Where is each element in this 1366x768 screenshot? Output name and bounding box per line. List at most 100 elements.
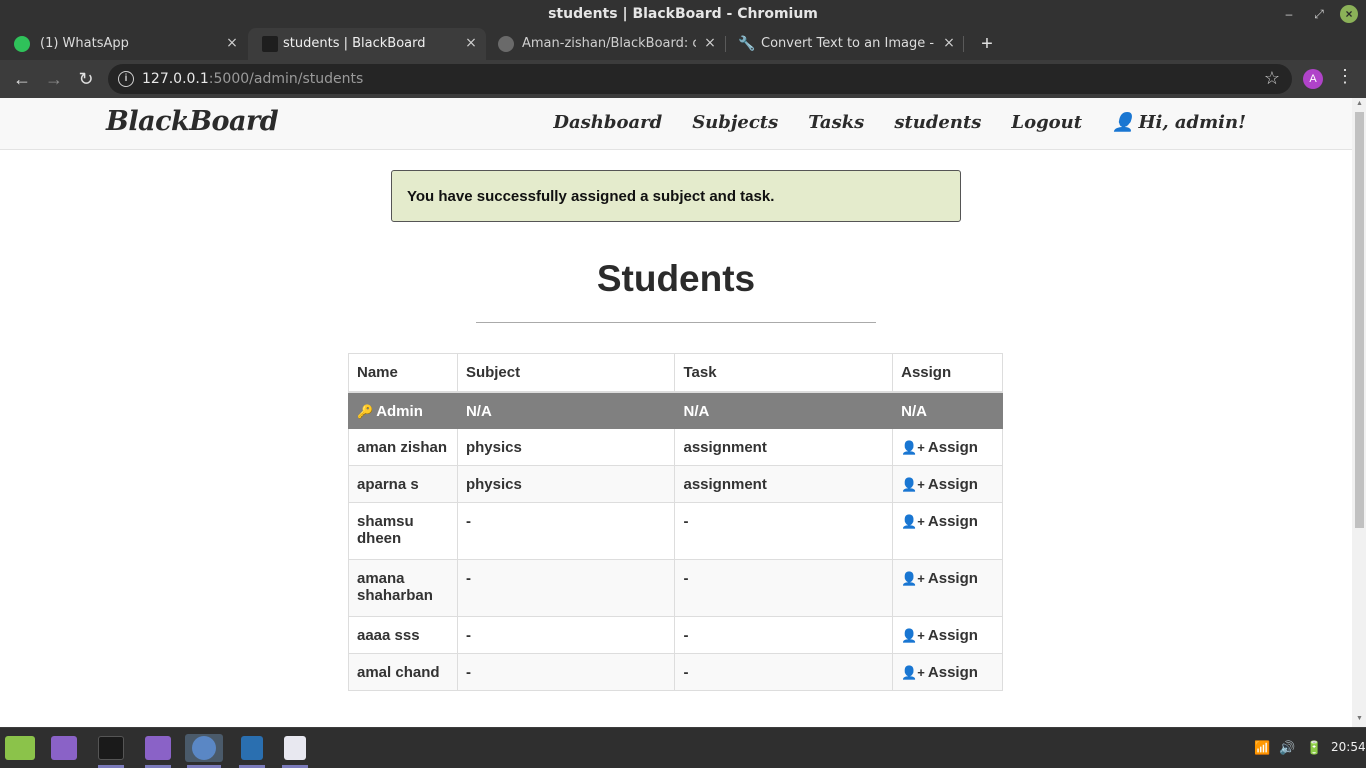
students-table: Name Subject Task Assign 🔑 Admin N/A N/A … (348, 353, 1003, 691)
profile-avatar[interactable]: A (1303, 69, 1323, 89)
assign-button[interactable]: 👤+ Assign (901, 664, 978, 681)
cell-assign: 👤+ Assign (892, 502, 1003, 560)
header-assign: Assign (892, 353, 1003, 393)
assign-label: Assign (927, 513, 978, 530)
cell-name: 🔑 Admin (348, 391, 458, 429)
user-plus-icon: 👤+ (901, 571, 925, 586)
assign-label: Assign (927, 439, 978, 456)
mint-menu-icon[interactable] (4, 734, 36, 762)
github-icon (498, 36, 514, 52)
nav-logout[interactable]: Logout (1011, 112, 1082, 133)
volume-icon[interactable]: 🔊 (1279, 740, 1295, 756)
cell-assign: 👤+ Assign (892, 616, 1003, 654)
back-icon[interactable]: ← (11, 68, 33, 90)
document-icon (284, 736, 306, 760)
tab-separator (963, 36, 964, 52)
text-editor-icon[interactable] (280, 734, 310, 768)
scrollbar-thumb[interactable] (1355, 112, 1364, 528)
close-tab-icon[interactable]: × (702, 35, 718, 51)
table-row: amana shaharban - - 👤+ Assign (348, 559, 1003, 617)
cell-assign: 👤+ Assign (892, 428, 1003, 466)
folder-icon (51, 736, 77, 760)
header-subject: Subject (456, 353, 676, 393)
terminal-icon[interactable] (96, 734, 126, 768)
maximize-icon[interactable]: ⤢ (1310, 5, 1328, 23)
cell-task: - (674, 502, 894, 560)
user-plus-icon: 👤+ (901, 440, 925, 455)
url-path: :5000/admin/students (208, 71, 364, 87)
minimize-icon[interactable]: – (1280, 5, 1298, 23)
window-titlebar: students | BlackBoard - Chromium – ⤢ × (0, 0, 1366, 28)
close-tab-icon[interactable]: × (224, 35, 240, 51)
battery-icon[interactable]: 🔋 (1306, 740, 1322, 756)
user-icon: 👤 (1112, 112, 1135, 133)
scroll-up-icon[interactable]: ▲ (1355, 100, 1364, 110)
whatsapp-icon (14, 36, 30, 52)
nav-tasks[interactable]: Tasks (808, 112, 864, 133)
table-row: aparna s physics assignment 👤+ Assign (348, 465, 1003, 503)
user-plus-icon: 👤+ (901, 477, 925, 492)
admin-row: 🔑 Admin N/A N/A N/A (348, 391, 1003, 429)
close-tab-icon[interactable]: × (463, 35, 479, 51)
bookmark-star-icon[interactable]: ☆ (1264, 68, 1280, 89)
wifi-icon[interactable]: 📶 (1254, 740, 1270, 756)
tab-label: Aman-zishan/BlackBoard: class (522, 36, 696, 51)
files-icon[interactable] (49, 734, 79, 762)
chromium-icon[interactable] (185, 734, 223, 768)
cell-name: amal chand (348, 653, 458, 691)
brand-logo[interactable]: BlackBoard (106, 106, 279, 137)
clock[interactable]: 20:54 (1331, 740, 1366, 754)
page-title: Students (596, 258, 756, 299)
address-bar[interactable]: i 127.0.0.1:5000/admin/students ☆ (108, 64, 1292, 94)
cell-name: aparna s (348, 465, 458, 503)
tab-whatsapp[interactable]: (1) WhatsApp × (0, 28, 246, 60)
nav-students[interactable]: students (894, 112, 981, 133)
cell-subject: - (456, 616, 676, 654)
alert-message: You have successfully assigned a subject… (407, 188, 775, 205)
assign-label: Assign (927, 627, 978, 644)
close-window-icon[interactable]: × (1340, 5, 1358, 23)
close-tab-icon[interactable]: × (941, 35, 957, 51)
cell-assign: 👤+ Assign (892, 465, 1003, 503)
scroll-down-icon[interactable]: ▼ (1355, 715, 1364, 725)
tab-strip: (1) WhatsApp × students | BlackBoard × A… (0, 28, 1366, 60)
reload-icon[interactable]: ↻ (75, 68, 97, 90)
terminal-glyph-icon (98, 736, 124, 760)
cell-assign: N/A (892, 391, 1003, 429)
assign-button[interactable]: 👤+ Assign (901, 570, 978, 587)
site-navbar: BlackBoard Dashboard Subjects Tasks stud… (0, 98, 1352, 150)
nav-dashboard[interactable]: Dashboard (553, 112, 662, 133)
assign-label: Assign (927, 570, 978, 587)
tab-github[interactable]: Aman-zishan/BlackBoard: class × (488, 28, 726, 60)
forward-icon[interactable]: → (43, 68, 65, 90)
window-title: students | BlackBoard - Chromium (548, 6, 818, 22)
tab-text-to-image[interactable]: 🔧 Convert Text to an Image - Onli × (728, 28, 964, 60)
browser-toolbar: ← → ↻ i 127.0.0.1:5000/admin/students ☆ (0, 60, 1366, 98)
new-tab-icon[interactable]: + (976, 33, 998, 55)
header-task: Task (674, 353, 894, 393)
file-manager-icon[interactable] (143, 734, 173, 768)
page-viewport: BlackBoard Dashboard Subjects Tasks stud… (0, 98, 1352, 727)
cell-subject: - (456, 502, 676, 560)
table-row: aman zishan physics assignment 👤+ Assign (348, 428, 1003, 466)
tab-separator (725, 36, 726, 52)
page-scrollbar[interactable]: ▲ ▼ (1352, 98, 1366, 727)
nav-user-greeting[interactable]: 👤 Hi, admin! (1112, 112, 1246, 133)
cell-assign: 👤+ Assign (892, 653, 1003, 691)
assign-button[interactable]: 👤+ Assign (901, 476, 978, 493)
nav-subjects[interactable]: Subjects (692, 112, 778, 133)
site-info-icon[interactable]: i (118, 71, 134, 87)
cell-subject: physics (456, 428, 676, 466)
tab-label: (1) WhatsApp (40, 36, 129, 51)
cell-name: shamsu dheen (348, 502, 458, 560)
assign-button[interactable]: 👤+ Assign (901, 513, 978, 530)
success-alert: You have successfully assigned a subject… (391, 170, 961, 222)
user-plus-icon: 👤+ (901, 628, 925, 643)
vscode-icon[interactable] (237, 734, 267, 768)
tab-blackboard[interactable]: students | BlackBoard × (248, 28, 486, 60)
header-name: Name (348, 353, 458, 393)
assign-button[interactable]: 👤+ Assign (901, 627, 978, 644)
assign-button[interactable]: 👤+ Assign (901, 439, 978, 456)
cell-task: assignment (674, 465, 894, 503)
browser-menu-icon[interactable]: ⋮ (1336, 66, 1354, 87)
